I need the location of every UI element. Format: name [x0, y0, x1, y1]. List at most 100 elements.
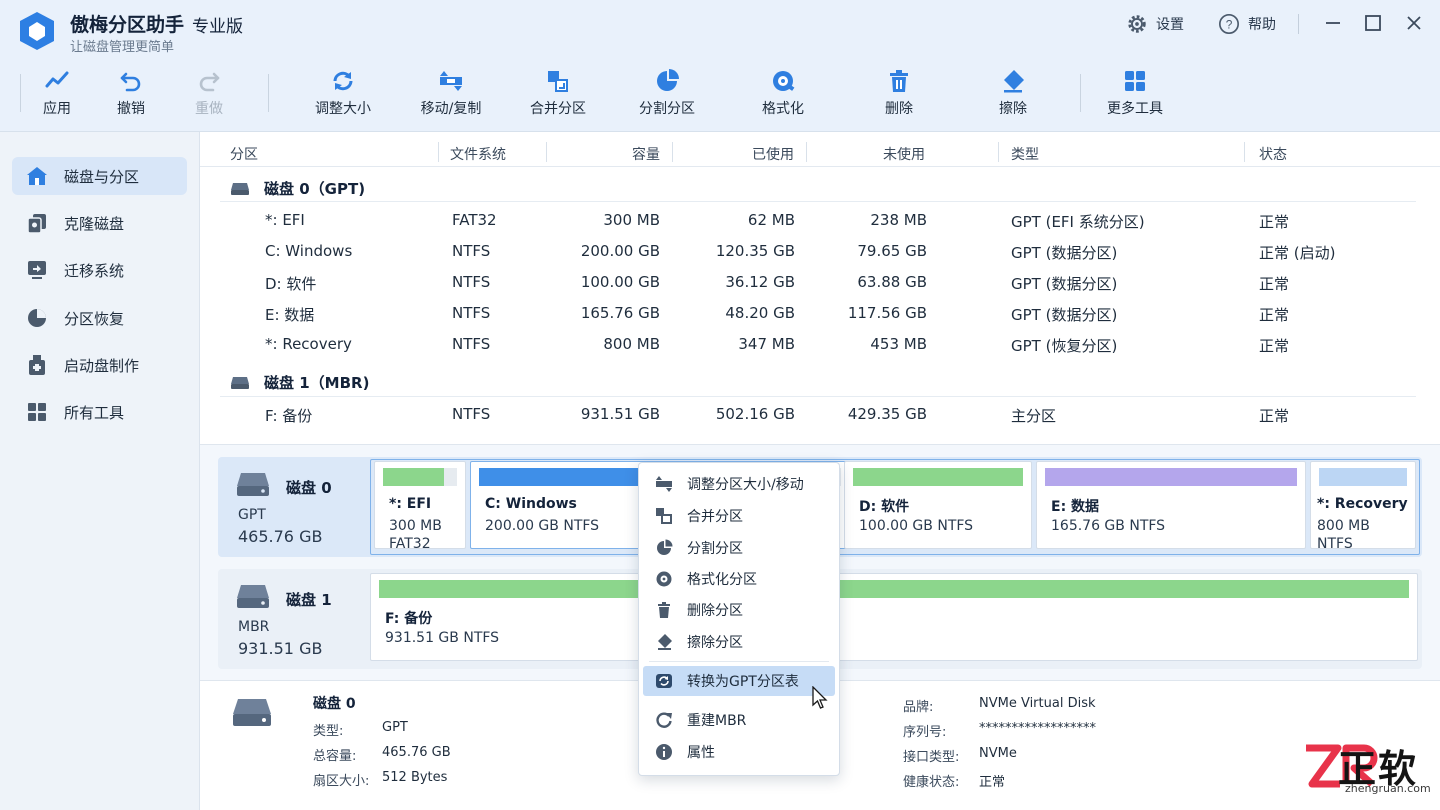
column-divider	[998, 142, 999, 162]
menu-item-convert-gpt[interactable]: 转换为GPT分区表	[643, 666, 835, 696]
cell-unused: 63.88 GB	[857, 273, 927, 291]
cell-used: 36.12 GB	[725, 273, 795, 291]
split-label: 分割分区	[639, 101, 695, 117]
usage-bar	[1319, 468, 1407, 486]
cell-status: 正常	[1259, 337, 1290, 355]
cell-unused: 429.35 GB	[847, 405, 927, 423]
partition-block[interactable]: *: EFI 300 MB FAT32	[374, 461, 466, 552]
usage-bar	[1045, 468, 1297, 486]
apply-chart-icon	[45, 71, 69, 88]
title-bar: 傲梅分区助手 专业版 让磁盘管理更简单 设置 ? 帮助	[0, 0, 1440, 62]
clone-disk-icon	[27, 214, 46, 234]
rebuild-icon	[656, 712, 672, 728]
sidebar-item-partition-recovery[interactable]: 分区恢复	[12, 299, 187, 337]
column-header-unused[interactable]: 未使用	[883, 144, 925, 164]
hard-disk-icon	[237, 473, 269, 496]
partition-block[interactable]: F: 备份 931.51 GB NTFS	[370, 573, 1418, 661]
cell-status: 正常	[1259, 407, 1290, 425]
column-divider	[672, 142, 673, 162]
sidebar-item-bootable-media[interactable]: 启动盘制作	[12, 346, 187, 384]
sidebar-item-label: 分区恢复	[64, 309, 125, 328]
menu-item-wipe[interactable]: 擦除分区	[643, 627, 835, 657]
mouse-cursor-icon	[812, 686, 828, 709]
sidebar: 磁盘与分区 克隆磁盘 迁移系统 分区恢复 启动盘制作 所有工具	[0, 132, 200, 810]
sidebar-item-disk-partition[interactable]: 磁盘与分区	[12, 157, 187, 195]
menu-item-properties[interactable]: 属性	[643, 737, 835, 767]
wipe-button[interactable]: 擦除	[996, 68, 1030, 126]
info-capacity-label: 总容量:	[313, 749, 357, 764]
menu-item-split[interactable]: 分割分区	[643, 533, 835, 563]
info-interface-value: NVMe	[979, 746, 1017, 761]
column-header-partition[interactable]: 分区	[230, 144, 258, 164]
column-header-status[interactable]: 状态	[1259, 144, 1287, 164]
disk-style: GPT	[238, 507, 266, 523]
apply-button[interactable]: 应用	[36, 68, 78, 126]
undo-label: 撤销	[117, 101, 145, 117]
move-copy-button[interactable]: 移动/复制	[414, 68, 488, 126]
sidebar-item-all-tools[interactable]: 所有工具	[12, 393, 187, 431]
format-button[interactable]: 格式化	[758, 68, 808, 126]
partition-block[interactable]: D: 软件 100.00 GB NTFS	[844, 461, 1032, 549]
partition-name: C: Windows	[485, 496, 577, 512]
disk-icon	[231, 182, 249, 195]
move-copy-icon	[440, 71, 462, 91]
column-divider	[546, 142, 547, 162]
info-brand-label: 品牌:	[903, 700, 934, 715]
usage-fill	[1319, 468, 1407, 486]
info-disk-title: 磁盘 0	[313, 696, 356, 712]
disk-info: 磁盘 0 GPT 465.76 GB	[218, 457, 370, 557]
more-tools-button[interactable]: 更多工具	[1104, 68, 1166, 126]
sidebar-item-migrate-os[interactable]: 迁移系统	[12, 251, 187, 289]
undo-icon	[120, 72, 141, 92]
cell-filesystem: NTFS	[452, 273, 491, 291]
settings-button[interactable]: 设置	[1126, 12, 1184, 36]
info-brand-value: NVMe Virtual Disk	[979, 696, 1096, 711]
delete-label: 删除	[885, 101, 913, 117]
close-icon[interactable]	[1403, 12, 1425, 34]
menu-item-rebuild-mbr[interactable]: 重建MBR	[643, 705, 835, 735]
undo-button[interactable]: 撤销	[110, 68, 152, 126]
redo-label: 重做	[195, 101, 223, 117]
cell-type: GPT (数据分区)	[1011, 244, 1118, 262]
column-header-filesystem[interactable]: 文件系统	[450, 144, 506, 164]
minimize-icon[interactable]	[1322, 12, 1344, 34]
cell-used: 62 MB	[747, 211, 795, 229]
partition-block[interactable]: E: 数据 165.76 GB NTFS	[1036, 461, 1306, 549]
column-header-used[interactable]: 已使用	[752, 144, 794, 164]
menu-item-format[interactable]: 格式化分区	[643, 564, 835, 594]
eraser-icon	[1004, 70, 1024, 93]
resize-label: 调整大小	[315, 101, 371, 117]
partition-name: *: Recovery	[1317, 496, 1408, 512]
cell-partition: F: 备份	[265, 407, 313, 425]
disk-size: 931.51 GB	[238, 639, 323, 658]
disk-group-title: 磁盘 1（MBR)	[264, 374, 370, 392]
home-icon	[27, 167, 47, 185]
menu-divider	[649, 661, 829, 662]
cell-unused: 117.56 GB	[847, 304, 927, 322]
app-name: 傲梅分区助手	[70, 14, 185, 36]
menu-item-resize-move[interactable]: 调整分区大小/移动	[643, 469, 835, 499]
cell-used: 120.35 GB	[715, 242, 795, 260]
column-header-type[interactable]: 类型	[1011, 144, 1039, 164]
partition-filesystem: FAT32	[389, 536, 431, 552]
menu-item-merge[interactable]: 合并分区	[643, 501, 835, 531]
info-type-label: 类型:	[313, 724, 344, 739]
cell-used: 48.20 GB	[725, 304, 795, 322]
sidebar-item-clone-disk[interactable]: 克隆磁盘	[12, 204, 187, 242]
disk-group-1[interactable]: 磁盘 1（MBR)	[230, 372, 369, 393]
merge-label: 合并分区	[530, 101, 586, 117]
split-button[interactable]: 分割分区	[634, 68, 700, 126]
partition-block[interactable]: *: Recovery 800 MB NTFS	[1310, 461, 1416, 552]
menu-item-delete[interactable]: 删除分区	[643, 595, 835, 625]
disk-group-0[interactable]: 磁盘 0（GPT)	[230, 178, 365, 199]
resize-button[interactable]: 调整大小	[310, 68, 376, 126]
merge-button[interactable]: 合并分区	[525, 68, 591, 126]
partition-filesystem: NTFS	[1317, 536, 1353, 552]
menu-item-label: 删除分区	[687, 603, 743, 619]
delete-button[interactable]: 删除	[882, 68, 916, 126]
column-header-capacity[interactable]: 容量	[632, 144, 660, 164]
maximize-icon[interactable]	[1362, 12, 1384, 34]
title-divider	[1298, 14, 1299, 34]
redo-button[interactable]: 重做	[188, 68, 230, 126]
help-button[interactable]: ? 帮助	[1218, 12, 1276, 36]
